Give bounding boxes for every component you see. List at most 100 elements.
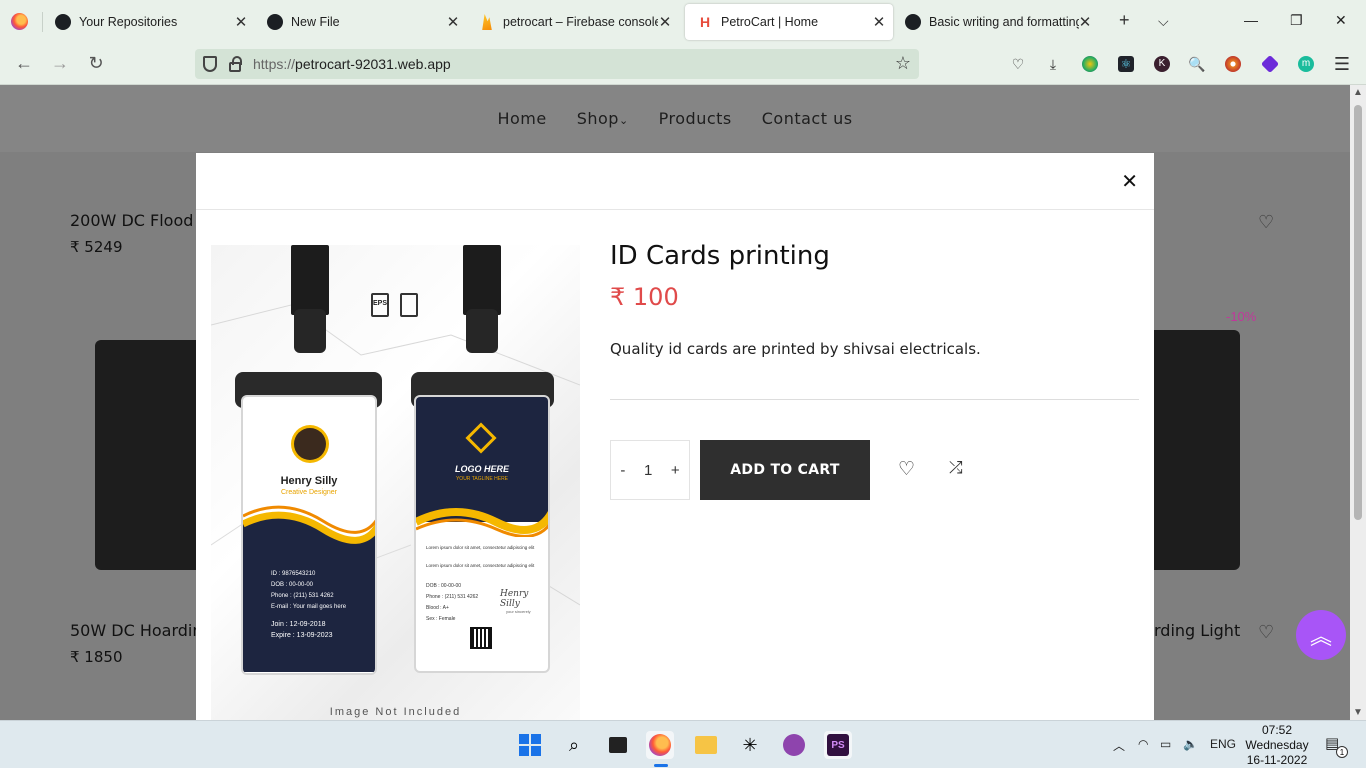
scrollbar-thumb[interactable] [1354, 105, 1362, 520]
active-app-indicator [654, 764, 668, 767]
wishlist-heart-icon[interactable]: ♡ [1258, 622, 1274, 643]
language-indicator[interactable]: ENG [1210, 737, 1236, 751]
browser-tab-strip: Your Repositories ✕ New File ✕ petrocart… [0, 0, 1366, 44]
hamburger-menu-icon[interactable]: ☰ [1332, 54, 1352, 74]
close-icon[interactable]: ✕ [657, 13, 673, 31]
reload-icon[interactable]: ↻ [85, 53, 107, 74]
quantity-decrease-button[interactable]: - [620, 462, 625, 479]
product-description: Quality id cards are printed by shivsai … [610, 340, 981, 358]
github-desktop-icon[interactable] [780, 731, 808, 759]
printer-icon [400, 293, 418, 317]
wishlist-heart-icon[interactable]: ♡ [1258, 212, 1274, 233]
taskbar-clock[interactable]: 07:52 Wednesday 16-11-2022 [1242, 723, 1312, 768]
m-extension-icon[interactable]: m [1296, 54, 1316, 74]
slack-icon[interactable]: ✳ [736, 731, 764, 759]
photoshop-icon[interactable]: PS [824, 731, 852, 759]
search-icon[interactable]: ⌕ [560, 731, 588, 759]
id-card-front: Henry Silly Creative Designer ID : 98765… [241, 395, 377, 675]
windows-taskbar: ⌕ ✳ PS ︿ ◠ ▭ 🔈 ENG 07:52 Wednesday 16-11… [0, 720, 1366, 768]
product-card[interactable]: 200W DC Flood ₹ 5249 [70, 211, 193, 256]
new-tab-icon[interactable]: + [1119, 10, 1130, 31]
battery-icon[interactable]: ▭ [1160, 737, 1171, 751]
download-icon[interactable]: ⤓ [1043, 54, 1063, 74]
url-host: petrocart-92031.web.app [295, 56, 451, 72]
pocket-icon[interactable]: ♡ [1008, 54, 1028, 74]
wifi-icon[interactable]: ◠ [1138, 737, 1148, 751]
modal-header: ✕ [196, 153, 1154, 210]
volume-icon[interactable]: 🔈 [1183, 737, 1198, 751]
scroll-up-arrow-icon[interactable]: ▲ [1353, 87, 1363, 98]
minimize-icon[interactable]: — [1244, 12, 1258, 28]
tab-petrocart-home[interactable]: H PetroCart | Home ✕ [685, 4, 893, 40]
card-field: ID : 9876543210 [271, 571, 316, 577]
tray-chevron-up-icon[interactable]: ︿ [1113, 737, 1125, 754]
product-card[interactable]: 50W DC Hoardin ₹ 1850 [70, 621, 203, 666]
quantity-increase-button[interactable]: + [671, 462, 680, 479]
card-field: Sex : Female [426, 616, 456, 622]
close-icon[interactable]: ✕ [445, 13, 461, 31]
lanyard-strap [463, 245, 501, 315]
add-to-cart-button[interactable]: ADD TO CART [700, 440, 870, 500]
k-extension-icon[interactable]: K [1152, 54, 1172, 74]
tab-new-file[interactable]: New File ✕ [255, 4, 467, 40]
product-card[interactable]: rding Light [1154, 621, 1240, 640]
windows-start-icon[interactable] [516, 731, 544, 759]
github-icon [55, 14, 71, 30]
scroll-down-arrow-icon[interactable]: ▼ [1353, 707, 1363, 718]
lock-icon[interactable] [229, 56, 242, 72]
product-title: ID Cards printing [610, 241, 830, 271]
card-lorem-1: Lorem ipsum dolor sit amet, consectetur … [426, 545, 535, 550]
card-join: Join : 12-09-2018 [271, 621, 326, 628]
magnifier-extension-icon[interactable]: 🔍 [1187, 54, 1207, 74]
file-explorer-icon[interactable] [692, 731, 720, 759]
site-navigation: Home Shop⌄ Products Contact us [0, 85, 1350, 152]
quantity-input[interactable]: 1 [644, 462, 652, 479]
stack-extension-icon[interactable] [1260, 54, 1280, 74]
nav-shop[interactable]: Shop⌄ [577, 109, 629, 128]
close-icon[interactable]: ✕ [1121, 169, 1138, 194]
product-image: EPS Henry Silly Creative Designer ID : 9… [211, 245, 580, 720]
clock-time: 07:52 [1261, 723, 1293, 737]
firefox-menu-icon[interactable] [11, 13, 28, 30]
back-arrow-icon[interactable]: ← [13, 53, 35, 74]
nav-products[interactable]: Products [659, 109, 732, 128]
tracking-shield-icon[interactable] [203, 56, 217, 72]
tab-your-repositories[interactable]: Your Repositories ✕ [43, 4, 255, 40]
card-field: Phone : (211) 531 4262 [271, 593, 334, 599]
nav-contact-us[interactable]: Contact us [762, 109, 853, 128]
clock-date: 16-11-2022 [1246, 753, 1308, 767]
image-caption: Image Not Included [329, 706, 462, 718]
address-bar[interactable]: https://petrocart-92031.web.app ☆ [195, 49, 919, 79]
compare-shuffle-icon[interactable]: ⤮ [949, 458, 963, 478]
card-wave-graphic [416, 508, 548, 537]
nav-home[interactable]: Home [497, 109, 546, 128]
close-icon[interactable]: ✕ [871, 13, 887, 31]
page-scrollbar[interactable]: ▲ ▼ [1350, 85, 1366, 720]
card-field: Phone : (211) 531 4262 [426, 594, 479, 600]
list-tabs-chevron-icon[interactable]: ⌵ [1158, 13, 1169, 30]
task-view-icon[interactable] [604, 731, 632, 759]
scroll-to-top-button[interactable]: ︽ [1296, 610, 1346, 660]
tab-firebase-console[interactable]: petrocart – Firebase console ✕ [467, 4, 679, 40]
close-icon[interactable]: ✕ [233, 13, 249, 31]
card-front-fields: ID : 9876543210 DOB : 00-00-00 Phone : (… [271, 569, 346, 641]
product-price: ₹ 1850 [70, 648, 123, 666]
bookmark-star-icon[interactable]: ☆ [895, 53, 911, 74]
url-scheme: https:// [253, 56, 296, 72]
nav-shop-label: Shop [576, 109, 619, 128]
url-text[interactable]: https://petrocart-92031.web.app [253, 56, 451, 72]
qr-code-icon [470, 627, 492, 649]
card-expire: Expire : 13-09-2023 [271, 632, 333, 639]
react-devtools-icon[interactable]: ⚛ [1116, 54, 1136, 74]
firefox-taskbar-icon[interactable] [646, 731, 674, 759]
window-close-icon[interactable]: ✕ [1335, 12, 1347, 29]
globe-extension-icon[interactable] [1080, 54, 1100, 74]
wishlist-heart-icon[interactable]: ♡ [898, 458, 915, 481]
eps-label: EPS [373, 300, 388, 307]
tab-basic-writing[interactable]: Basic writing and formatting ✕ [893, 4, 1105, 40]
card-role: Creative Designer [280, 489, 338, 496]
close-icon[interactable]: ✕ [1077, 13, 1093, 31]
restore-icon[interactable]: ❐ [1290, 12, 1303, 29]
forward-arrow-icon[interactable]: → [49, 53, 71, 74]
gear-extension-icon[interactable] [1223, 54, 1243, 74]
